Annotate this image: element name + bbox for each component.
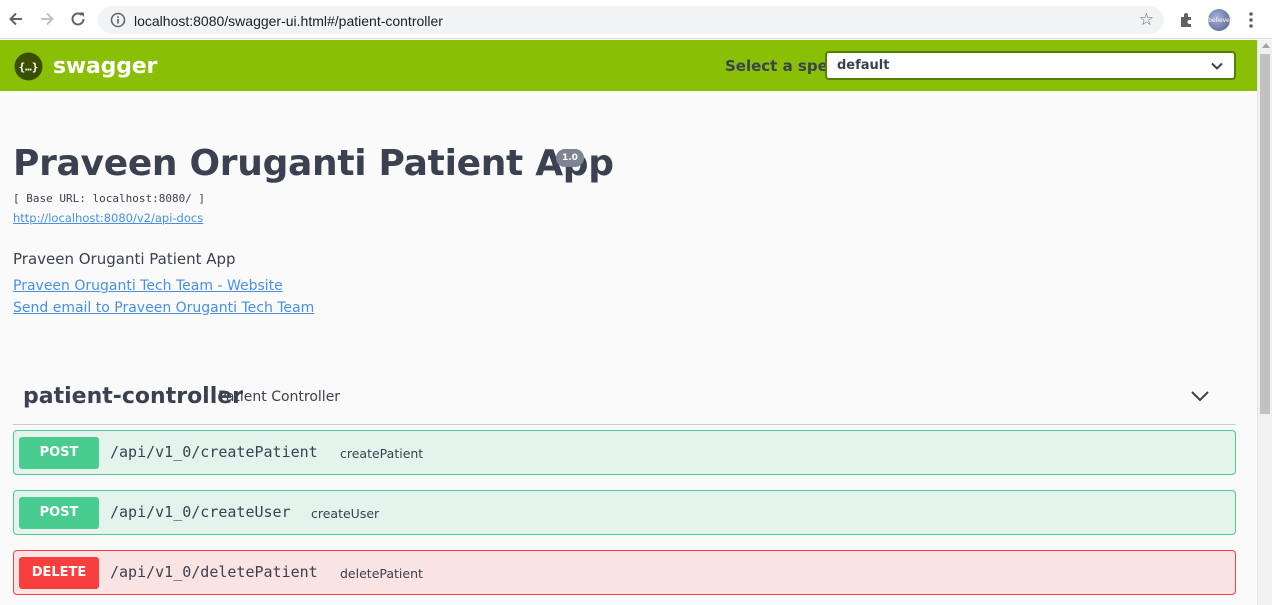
forward-button[interactable] (36, 8, 58, 30)
page-title: Praveen Oruganti Patient App (13, 143, 614, 184)
spec-select-value: default (837, 58, 890, 73)
info-icon[interactable] (110, 12, 126, 28)
tag-description: Patient Controller (218, 389, 341, 405)
extensions-puzzle-icon[interactable] (1177, 10, 1197, 30)
api-description: Praveen Oruganti Patient App (13, 250, 236, 268)
spec-select[interactable]: default (825, 51, 1236, 80)
arrow-right-icon (41, 12, 54, 26)
page-scrollbar[interactable] (1257, 40, 1272, 605)
operation-delete-patient[interactable]: DELETE /api/v1_0/deletePatient deletePat… (13, 550, 1236, 595)
method-badge: POST (19, 497, 99, 529)
more-menu-icon[interactable] (1243, 10, 1259, 30)
reload-button[interactable] (67, 8, 89, 30)
operation-summary: deletePatient (340, 566, 423, 581)
swagger-topbar: {…} swagger Select a spec default (0, 40, 1257, 91)
base-url: [ Base URL: localhost:8080/ ] (13, 192, 206, 205)
tag-header-patient-controller[interactable]: patient-controller Patient Controller (13, 375, 1236, 425)
operation-path: /api/v1_0/createUser (110, 503, 291, 521)
avatar-text: believe (1208, 16, 1230, 24)
version-badge: 1.0 (556, 149, 584, 167)
operation-summary: createUser (311, 506, 380, 521)
method-badge: POST (19, 437, 99, 469)
swagger-logo-text[interactable]: swagger (53, 54, 157, 79)
arrow-left-icon (9, 12, 22, 26)
operation-create-patient[interactable]: POST /api/v1_0/createPatient createPatie… (13, 430, 1236, 475)
operation-summary: createPatient (340, 446, 424, 461)
api-docs-link[interactable]: http://localhost:8080/v2/api-docs (13, 211, 203, 225)
tag-name: patient-controller (23, 384, 244, 409)
scroll-up-arrow-icon[interactable] (1262, 43, 1270, 48)
url-text: localhost:8080/swagger-ui.html#/patient-… (134, 13, 443, 29)
operation-path: /api/v1_0/deletePatient (110, 563, 318, 581)
operation-path: /api/v1_0/createPatient (110, 443, 318, 461)
address-bar[interactable]: localhost:8080/swagger-ui.html#/patient-… (98, 6, 1164, 34)
scroll-thumb[interactable] (1260, 54, 1270, 414)
reload-icon (71, 12, 85, 26)
chevron-down-icon (1211, 62, 1223, 70)
operation-create-user[interactable]: POST /api/v1_0/createUser createUser (13, 490, 1236, 535)
website-link[interactable]: Praveen Oruganti Tech Team - Website (13, 278, 283, 294)
chevron-down-icon[interactable] (1189, 388, 1211, 404)
browser-toolbar: localhost:8080/swagger-ui.html#/patient-… (0, 0, 1272, 39)
profile-avatar[interactable]: believe (1208, 9, 1230, 31)
swagger-logo-icon[interactable]: {…} (14, 52, 43, 81)
email-link[interactable]: Send email to Praveen Oruganti Tech Team (13, 300, 314, 316)
back-button[interactable] (5, 8, 27, 30)
svg-text:{…}: {…} (19, 61, 39, 74)
bookmark-star-icon[interactable]: ☆ (1139, 11, 1154, 29)
method-badge: DELETE (19, 557, 99, 589)
select-spec-label: Select a spec (725, 57, 837, 75)
